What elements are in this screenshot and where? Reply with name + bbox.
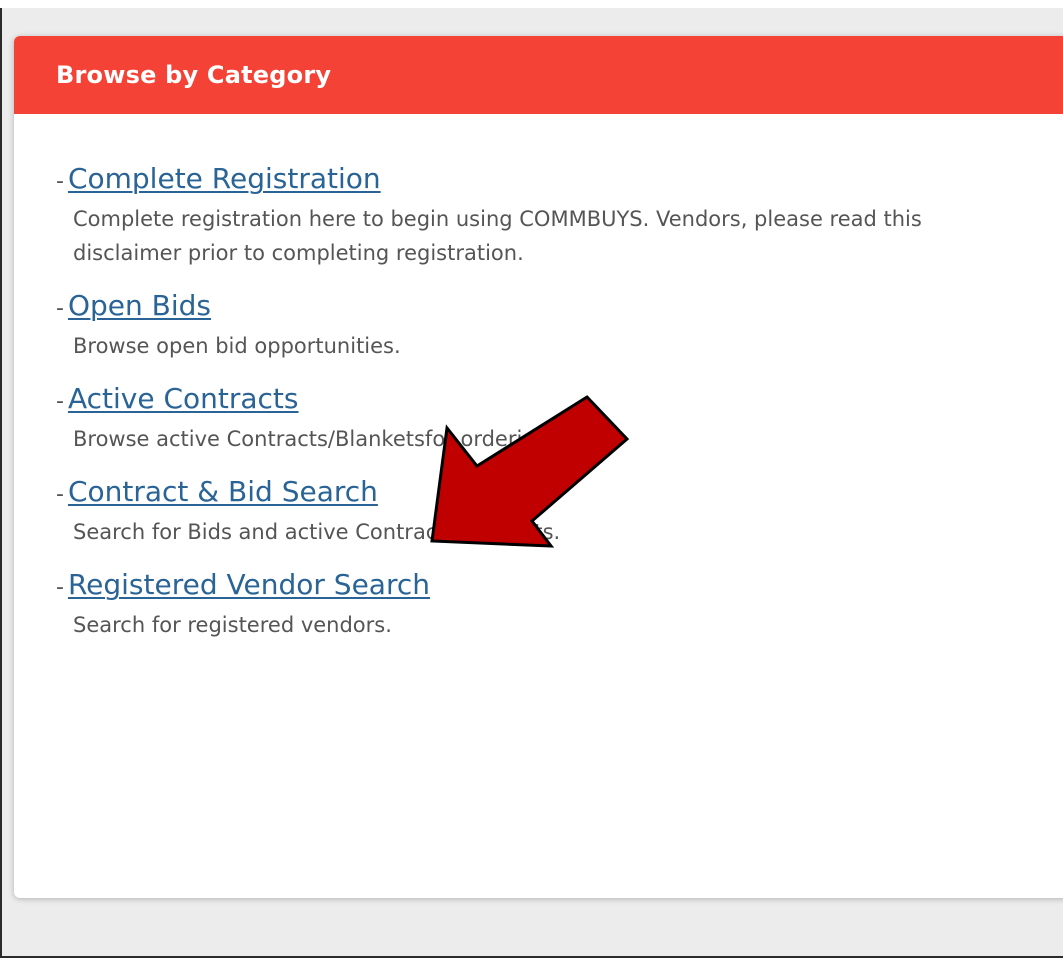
list-item: - Contract & Bid Search Search for Bids a… [56, 472, 1063, 549]
browse-panel: Browse by Category - Complete Registratio… [14, 36, 1063, 898]
active-contracts-link[interactable]: Active Contracts [68, 382, 299, 415]
list-item: - Active Contracts Browse active Contract… [56, 379, 1063, 456]
list-item: - Complete Registration Complete registra… [56, 159, 1063, 270]
panel-header: Browse by Category [14, 36, 1063, 114]
bullet-dash: - [56, 169, 64, 194]
category-list: - Complete Registration Complete registra… [14, 114, 1063, 642]
bullet-dash: - [56, 482, 64, 507]
screenshot-frame: Browse by Category - Complete Registratio… [0, 8, 1063, 958]
bullet-dash: - [56, 575, 64, 600]
list-item: - Open Bids Browse open bid opportunities… [56, 286, 1063, 363]
panel-title: Browse by Category [56, 61, 332, 89]
complete-registration-link[interactable]: Complete Registration [68, 162, 381, 195]
bullet-dash: - [56, 389, 64, 414]
category-description: Browse open bid opportunities. [73, 334, 401, 358]
list-item: - Registered Vendor Search Search for reg… [56, 565, 1063, 642]
bullet-dash: - [56, 296, 64, 321]
category-description: Search for registered vendors. [73, 613, 392, 637]
category-description: Browse active Contracts/Blanketsfor orde… [73, 427, 556, 451]
open-bids-link[interactable]: Open Bids [68, 289, 211, 322]
category-description: Search for Bids and active Contracts/Bla… [73, 520, 561, 544]
category-description: Complete registration here to begin usin… [73, 207, 922, 265]
contract-bid-search-link[interactable]: Contract & Bid Search [68, 475, 378, 508]
registered-vendor-search-link[interactable]: Registered Vendor Search [68, 568, 430, 601]
